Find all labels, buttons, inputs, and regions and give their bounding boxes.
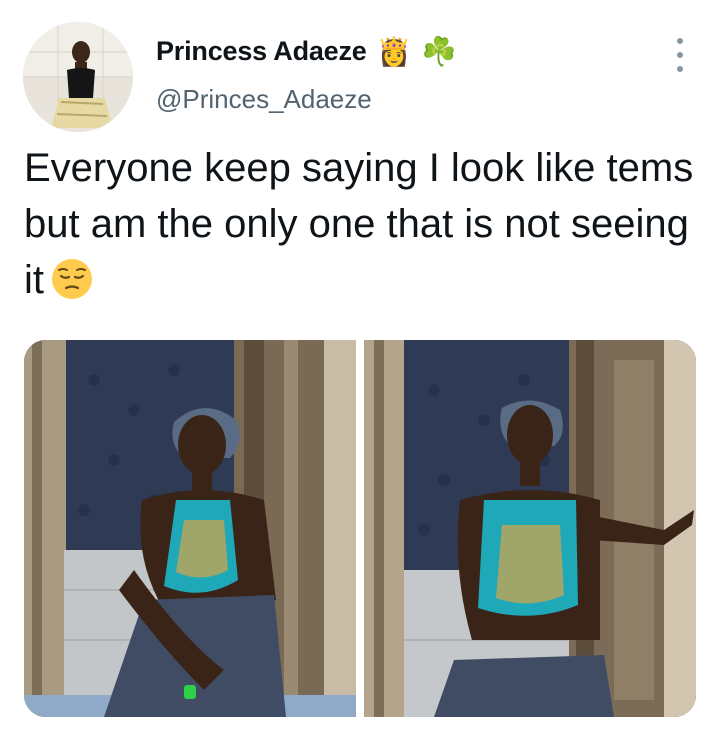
tweet-media-grid bbox=[24, 340, 696, 717]
tweet-text-block: Everyone keep saying I look like tems bu… bbox=[24, 140, 694, 308]
tweet-card: Princess Adaeze 👸 ☘️ @Princes_Adaeze Eve… bbox=[0, 0, 720, 731]
profile-photo-avatar bbox=[23, 22, 133, 132]
shamrock-emoji-icon: ☘️ bbox=[421, 34, 457, 68]
tweet-photo-2[interactable] bbox=[364, 340, 696, 717]
photo-woman-seated-doorway bbox=[24, 340, 356, 717]
pensive-face-emoji-icon bbox=[52, 259, 92, 299]
photo-woman-leaning-door bbox=[364, 340, 696, 717]
author-avatar[interactable] bbox=[23, 22, 133, 132]
author-handle[interactable]: @Princes_Adaeze bbox=[156, 84, 372, 115]
author-name-row: Princess Adaeze 👸 ☘️ bbox=[156, 36, 456, 67]
tweet-photo-1[interactable] bbox=[24, 340, 356, 717]
ellipsis-dot bbox=[677, 52, 683, 58]
ellipsis-dot bbox=[677, 66, 683, 72]
tweet-text: Everyone keep saying I look like tems bu… bbox=[24, 146, 694, 302]
princess-emoji-icon: 👸 bbox=[376, 34, 412, 68]
more-options-button[interactable] bbox=[670, 38, 690, 72]
vertical-ellipsis-icon bbox=[677, 38, 683, 44]
author-display-name[interactable]: Princess Adaeze bbox=[156, 36, 367, 67]
